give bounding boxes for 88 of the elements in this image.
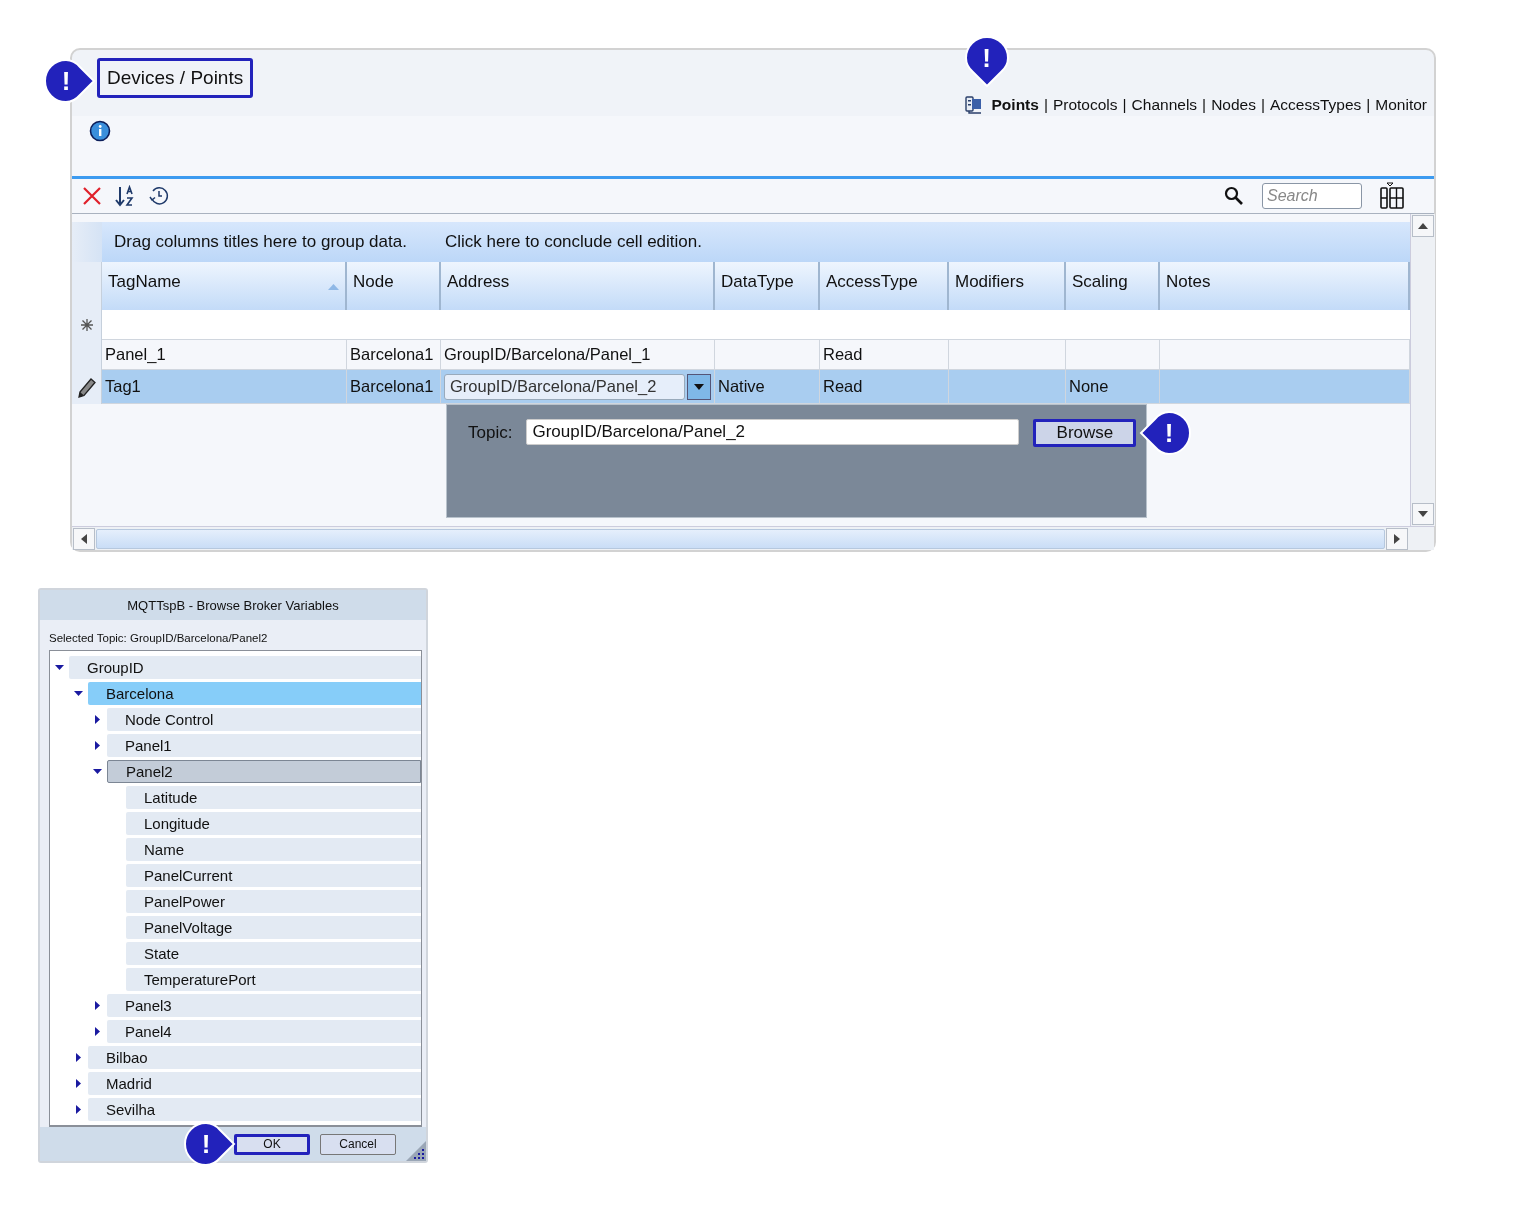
- caret-icon: [694, 383, 704, 390]
- up-arrow-icon: [1418, 223, 1428, 229]
- search-icon[interactable]: [1224, 186, 1244, 206]
- browse-button[interactable]: Browse: [1033, 419, 1137, 447]
- nav-link[interactable]: AccessTypes: [1269, 96, 1362, 114]
- nav-link[interactable]: Monitor: [1375, 96, 1427, 114]
- tree-item[interactable]: TemperaturePort: [126, 967, 421, 991]
- table-cell: Barcelona1: [347, 370, 441, 404]
- column-header[interactable]: AccessType: [820, 262, 949, 310]
- collapsed-arrow-icon[interactable]: [76, 1104, 81, 1114]
- tree-item[interactable]: Node Control: [107, 707, 421, 731]
- table-row[interactable]: Panel_1 Barcelona1 GroupID/Barcelona/Panel_1 Read: [72, 340, 1410, 370]
- collapsed-arrow-icon[interactable]: [95, 714, 100, 724]
- column-header[interactable]: Scaling: [1066, 262, 1160, 310]
- selected-topic-label: Selected Topic: GroupID/Barcelona/Panel2: [48, 631, 269, 646]
- collapsed-arrow-icon[interactable]: [76, 1078, 81, 1088]
- expanded-arrow-icon[interactable]: [93, 768, 102, 774]
- search-field[interactable]: Search: [1262, 183, 1362, 209]
- scroll-left-button[interactable]: [73, 527, 95, 550]
- tree-item[interactable]: PanelCurrent: [126, 863, 421, 887]
- tree-item[interactable]: Barcelona: [88, 681, 421, 705]
- resize-grip-icon[interactable]: [406, 1141, 426, 1161]
- history-icon[interactable]: [148, 185, 170, 207]
- tree-item[interactable]: Latitude: [126, 785, 421, 809]
- tree-item[interactable]: Panel4: [107, 1019, 421, 1043]
- down-arrow-icon: [1418, 511, 1428, 517]
- column-header[interactable]: TagName: [102, 262, 347, 310]
- column-header[interactable]: Notes: [1160, 262, 1410, 310]
- tree-item[interactable]: PanelVoltage: [126, 915, 421, 939]
- sort-icon[interactable]: [114, 185, 136, 207]
- tree-item[interactable]: PanelPower: [126, 889, 421, 913]
- table-cell: Tag1: [102, 370, 347, 404]
- column-header[interactable]: DataType: [715, 262, 820, 310]
- info-icon[interactable]: [89, 120, 111, 142]
- tree-item[interactable]: Sevilha: [88, 1097, 421, 1121]
- scrollbar-thumb[interactable]: [96, 528, 1385, 549]
- column-header[interactable]: Address: [441, 262, 715, 310]
- topic-field[interactable]: GroupID/Barcelona/Panel_2: [526, 419, 1020, 445]
- dialog-button[interactable]: Cancel: [320, 1133, 396, 1155]
- expanded-arrow-icon[interactable]: [55, 664, 64, 670]
- tree-item[interactable]: Name: [126, 837, 421, 861]
- column-chooser-icon[interactable]: [1378, 182, 1406, 210]
- collapsed-arrow-icon[interactable]: [95, 1000, 100, 1010]
- dialog-button[interactable]: OK: [234, 1133, 310, 1155]
- dropdown-button[interactable]: [687, 373, 711, 400]
- right-arrow-icon: [1394, 533, 1400, 544]
- scroll-up-button[interactable]: [1412, 215, 1434, 237]
- expanded-arrow-icon[interactable]: [74, 690, 83, 696]
- tree-item[interactable]: Panel3: [107, 993, 421, 1017]
- table-row[interactable]: Tag1 Barcelona1 GroupID/Barcelona/Panel_2 Native Read None: [72, 370, 1410, 404]
- nav-separator: |: [1122, 96, 1127, 114]
- tree-item[interactable]: State: [126, 941, 421, 965]
- collapsed-arrow-icon[interactable]: [95, 740, 100, 750]
- conclude-edit-link[interactable]: Click here to conclude cell edition.: [444, 232, 702, 252]
- callout-marker: !: [44, 59, 96, 103]
- column-header[interactable]: Node: [347, 262, 441, 310]
- dialog-title: MQTTspB - Browse Broker Variables: [127, 597, 339, 613]
- tree-item[interactable]: Madrid: [88, 1071, 421, 1095]
- scroll-down-button[interactable]: [1412, 503, 1434, 525]
- tree-item[interactable]: GroupID: [69, 655, 421, 679]
- nav-separator: |: [1043, 96, 1048, 114]
- nav-link[interactable]: Points: [991, 96, 1039, 114]
- nav-link[interactable]: Channels: [1131, 96, 1198, 114]
- new-row-icon: [79, 318, 94, 332]
- topic-label: Topic:: [468, 423, 513, 443]
- nav-separator: |: [1260, 96, 1265, 114]
- callout-marker: !: [184, 1122, 236, 1166]
- callout-marker: !: [964, 36, 1009, 88]
- column-header[interactable]: Modifiers: [949, 262, 1066, 310]
- address-dropdown-field[interactable]: GroupID/Barcelona/Panel_2: [444, 373, 685, 400]
- nav-link[interactable]: Nodes: [1211, 96, 1256, 114]
- collapsed-arrow-icon[interactable]: [95, 1026, 100, 1036]
- nav-link[interactable]: Protocols: [1052, 96, 1118, 114]
- scroll-right-button[interactable]: [1386, 527, 1408, 550]
- tree-item[interactable]: Panel2: [107, 759, 421, 783]
- left-arrow-icon: [81, 533, 87, 544]
- tree-item[interactable]: Bilbao: [88, 1045, 421, 1069]
- collapsed-arrow-icon[interactable]: [76, 1052, 81, 1062]
- breadcrumb-title: Devices / Points: [97, 58, 254, 98]
- nav-separator: |: [1366, 96, 1371, 114]
- row-header: [72, 222, 102, 262]
- tree-item[interactable]: Panel1: [107, 733, 421, 757]
- delete-icon[interactable]: [82, 186, 102, 206]
- tree-item[interactable]: Longitude: [126, 811, 421, 835]
- callout-marker: !: [1139, 411, 1191, 455]
- group-hint: Drag columns titles here to group data.: [114, 232, 407, 252]
- nav-separator: |: [1202, 96, 1207, 114]
- server-icon: [964, 96, 983, 114]
